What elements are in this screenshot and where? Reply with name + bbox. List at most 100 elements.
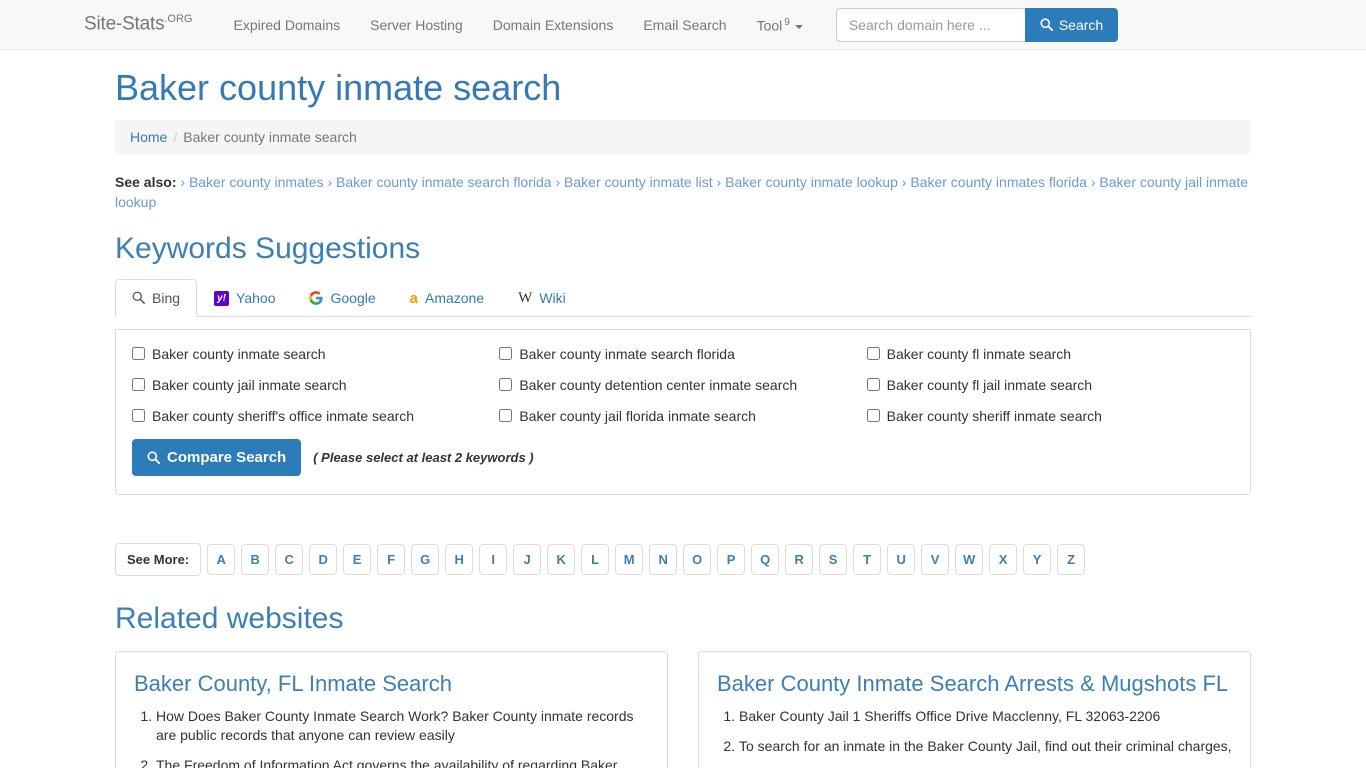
tab-google[interactable]: Google bbox=[292, 279, 392, 317]
see-also-link[interactable]: Baker county inmate lookup bbox=[725, 174, 898, 190]
alphabet-button-k[interactable]: K bbox=[547, 543, 576, 575]
alphabet-button-a[interactable]: A bbox=[207, 543, 236, 575]
nav-item-tool-dropdown[interactable]: Tool 9 bbox=[742, 0, 818, 51]
domain-search-group: Search bbox=[835, 7, 1119, 42]
keyword-checkbox[interactable] bbox=[866, 377, 880, 391]
alphabet-button-t[interactable]: T bbox=[853, 543, 882, 575]
alphabet-button-q[interactable]: Q bbox=[751, 543, 780, 575]
keyword-label[interactable]: Baker county sheriff's office inmate sea… bbox=[152, 408, 414, 425]
keyword-checkbox-item[interactable]: Baker county sheriff inmate search bbox=[866, 408, 1234, 425]
keyword-label[interactable]: Baker county fl jail inmate search bbox=[887, 377, 1092, 394]
keyword-checkbox[interactable] bbox=[499, 346, 513, 360]
keyword-checkbox[interactable] bbox=[866, 408, 880, 422]
alphabet-button-m[interactable]: M bbox=[615, 543, 644, 575]
related-website-card-list-item: Baker County Jail 1 Sheriffs Office Driv… bbox=[739, 707, 1232, 726]
compare-search-button[interactable]: Compare Search bbox=[132, 438, 302, 476]
keyword-checkbox-item[interactable]: Baker county fl jail inmate search bbox=[866, 377, 1234, 394]
related-website-card-title[interactable]: Baker County, FL Inmate Search bbox=[134, 670, 649, 698]
alphabet-button-p[interactable]: P bbox=[717, 543, 746, 575]
main-container: Baker county inmate search Home / Baker … bbox=[103, 68, 1263, 768]
alphabet-button-i[interactable]: I bbox=[479, 543, 508, 575]
keyword-checkbox[interactable] bbox=[866, 346, 880, 360]
see-more-alphabet-row: See More: ABCDEFGHIJKLMNOPQRSTUVWXYZ bbox=[115, 542, 1251, 576]
alphabet-button-d[interactable]: D bbox=[309, 543, 338, 575]
keyword-checkbox[interactable] bbox=[132, 346, 145, 360]
see-also-link[interactable]: Baker county inmates bbox=[189, 174, 324, 190]
search-engine-tabs: Bing y! Yahoo Google a Amazone W Wiki bbox=[115, 278, 1251, 317]
wikipedia-icon: W bbox=[518, 289, 533, 306]
see-also-link[interactable]: Baker county inmate list bbox=[564, 174, 713, 190]
alphabet-button-e[interactable]: E bbox=[343, 543, 372, 575]
keyword-checkbox-item[interactable]: Baker county inmate search florida bbox=[499, 346, 866, 363]
keyword-label[interactable]: Baker county sheriff inmate search bbox=[887, 408, 1102, 425]
nav-item-server-hosting[interactable]: Server Hosting bbox=[355, 0, 478, 50]
alphabet-button-s[interactable]: S bbox=[819, 543, 848, 575]
compare-search-note: ( Please select at least 2 keywords ) bbox=[313, 449, 534, 465]
tab-google-label: Google bbox=[330, 290, 376, 307]
alphabet-button-g[interactable]: G bbox=[411, 543, 440, 575]
alphabet-button-y[interactable]: Y bbox=[1023, 543, 1052, 575]
alphabet-button-h[interactable]: H bbox=[445, 543, 474, 575]
keyword-checkbox-item[interactable]: Baker county sheriff's office inmate sea… bbox=[132, 408, 499, 425]
tab-yahoo[interactable]: y! Yahoo bbox=[197, 279, 292, 317]
alphabet-button-r[interactable]: R bbox=[785, 543, 814, 575]
page-title: Baker county inmate search bbox=[115, 67, 562, 108]
brand-suffix: .ORG bbox=[164, 13, 193, 26]
alphabet-button-b[interactable]: B bbox=[241, 543, 270, 575]
keyword-checkbox-item[interactable]: Baker county jail inmate search bbox=[132, 377, 499, 394]
keyword-checkbox[interactable] bbox=[499, 377, 513, 391]
see-also-link[interactable]: Baker county inmates florida bbox=[910, 174, 1087, 190]
alphabet-button-f[interactable]: F bbox=[377, 543, 406, 575]
keyword-label[interactable]: Baker county jail florida inmate search bbox=[519, 408, 756, 425]
site-logo[interactable]: Site-Stats.ORG bbox=[84, 13, 193, 35]
see-also-label: See also: bbox=[115, 173, 177, 190]
see-also-arrow: › bbox=[551, 173, 565, 190]
tab-yahoo-label: Yahoo bbox=[236, 290, 276, 307]
see-also-arrow: › bbox=[323, 173, 337, 190]
keyword-checkbox[interactable] bbox=[499, 408, 513, 422]
keyword-label[interactable]: Baker county fl inmate search bbox=[887, 346, 1071, 363]
keyword-checkbox-item[interactable]: Baker county jail florida inmate search bbox=[499, 408, 866, 425]
tab-wiki[interactable]: W Wiki bbox=[501, 279, 583, 317]
keyword-checkbox-item[interactable]: Baker county detention center inmate sea… bbox=[499, 377, 866, 394]
related-website-card-title[interactable]: Baker County Inmate Search Arrests & Mug… bbox=[717, 670, 1232, 698]
breadcrumb-separator: / bbox=[173, 128, 178, 145]
keyword-label[interactable]: Baker county inmate search bbox=[152, 346, 326, 363]
nav-item-email-search[interactable]: Email Search bbox=[628, 0, 741, 50]
alphabet-button-n[interactable]: N bbox=[649, 543, 678, 575]
alphabet-button-v[interactable]: V bbox=[921, 543, 950, 575]
keyword-label[interactable]: Baker county jail inmate search bbox=[152, 377, 347, 394]
breadcrumb-home-link[interactable]: Home bbox=[130, 129, 167, 145]
alphabet-button-w[interactable]: W bbox=[955, 543, 984, 575]
keyword-checkbox-item[interactable]: Baker county fl inmate search bbox=[866, 346, 1234, 363]
search-icon bbox=[132, 291, 145, 305]
tab-wiki-label: Wiki bbox=[539, 290, 566, 307]
see-also-arrow: › bbox=[1086, 173, 1100, 190]
related-website-card-list: Baker County Jail 1 Sheriffs Office Driv… bbox=[717, 707, 1232, 756]
alphabet-button-x[interactable]: X bbox=[989, 543, 1018, 575]
breadcrumb: Home / Baker county inmate search bbox=[115, 119, 1251, 154]
keyword-checkbox[interactable] bbox=[132, 377, 145, 391]
see-also-arrow: › bbox=[180, 173, 189, 190]
alphabet-button-c[interactable]: C bbox=[275, 543, 304, 575]
keyword-checkbox-item[interactable]: Baker county inmate search bbox=[132, 346, 499, 363]
keyword-label[interactable]: Baker county inmate search florida bbox=[519, 346, 735, 363]
keyword-checkbox[interactable] bbox=[132, 408, 145, 422]
alphabet-buttons: ABCDEFGHIJKLMNOPQRSTUVWXYZ bbox=[207, 543, 1086, 575]
alphabet-button-j[interactable]: J bbox=[513, 543, 542, 575]
domain-search-button[interactable]: Search bbox=[1024, 7, 1119, 42]
alphabet-button-u[interactable]: U bbox=[887, 543, 916, 575]
compare-row: Compare Search ( Please select at least … bbox=[132, 438, 1234, 476]
nav-item-expired-domains[interactable]: Expired Domains bbox=[219, 0, 356, 50]
nav-item-domain-extensions[interactable]: Domain Extensions bbox=[478, 0, 629, 50]
keyword-label[interactable]: Baker county detention center inmate sea… bbox=[519, 377, 797, 394]
alphabet-button-l[interactable]: L bbox=[581, 543, 610, 575]
domain-search-input[interactable] bbox=[835, 7, 1025, 42]
alphabet-button-z[interactable]: Z bbox=[1057, 543, 1086, 575]
tab-amazone[interactable]: a Amazone bbox=[393, 279, 502, 317]
alphabet-button-o[interactable]: O bbox=[683, 543, 712, 575]
related-website-card-list-item: The Freedom of Information Act governs t… bbox=[156, 756, 649, 768]
tab-bing[interactable]: Bing bbox=[115, 278, 198, 317]
see-also-link[interactable]: Baker county inmate search florida bbox=[336, 174, 552, 190]
amazon-icon: a bbox=[409, 289, 418, 307]
